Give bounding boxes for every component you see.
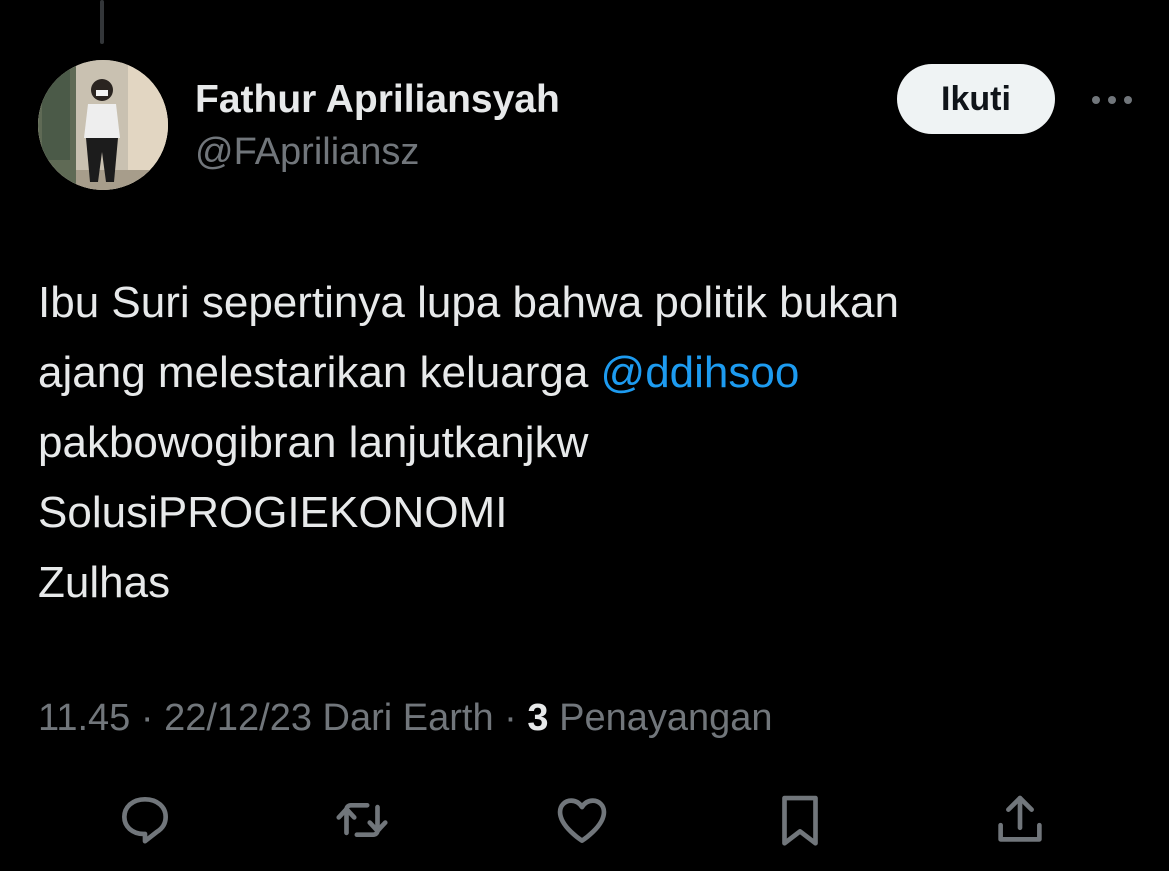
- share-button[interactable]: [988, 788, 1052, 852]
- more-options-button[interactable]: [1082, 80, 1142, 120]
- views-label: Penayangan: [559, 697, 773, 739]
- avatar-photo: [38, 60, 168, 190]
- tweet-source: Dari Earth: [322, 697, 494, 739]
- more-horizontal-icon: [1092, 96, 1132, 104]
- heart-icon: [557, 798, 607, 843]
- tweet-time[interactable]: 11.45: [38, 697, 130, 739]
- tweet-date[interactable]: 22/12/23: [164, 697, 312, 739]
- follow-button[interactable]: Ikuti: [897, 64, 1055, 134]
- tweet-line-4: SolusiPROGIEKONOMI: [38, 488, 508, 537]
- tweet-line-5: Zulhas: [38, 558, 171, 607]
- avatar[interactable]: [38, 60, 168, 190]
- tweet-text: Ibu Suri sepertinya lupa bahwa politik b…: [38, 268, 1138, 618]
- retweet-button[interactable]: [330, 788, 394, 852]
- mention-link[interactable]: @ddihsoo: [601, 348, 800, 397]
- meta-separator: ·: [130, 697, 165, 739]
- retweet-icon: [336, 802, 388, 838]
- author-name[interactable]: Fathur Apriliansyah: [195, 76, 560, 124]
- views-count: 3: [527, 697, 549, 739]
- bookmark-button[interactable]: [768, 788, 832, 852]
- tweet-meta: 11.45 · 22/12/23 Dari Earth · 3 Penayang…: [38, 692, 773, 744]
- share-icon: [998, 795, 1042, 842]
- tweet-line-2: ajang melestarikan keluarga @ddihsoo: [38, 338, 1138, 408]
- meta-separator: ·: [493, 697, 528, 739]
- author-block[interactable]: Fathur Apriliansyah @FApriliansz: [195, 76, 560, 176]
- like-button[interactable]: [550, 788, 614, 852]
- thread-connector-line: [100, 0, 104, 44]
- tweet-line-1: Ibu Suri sepertinya lupa bahwa politik b…: [38, 278, 899, 327]
- reply-icon: [122, 797, 168, 844]
- tweet-line-3: pakbowogibran lanjutkanjkw: [38, 418, 589, 467]
- reply-button[interactable]: [113, 788, 177, 852]
- author-handle[interactable]: @FApriliansz: [195, 128, 560, 176]
- tweet-line-2-text: ajang melestarikan keluarga: [38, 348, 601, 397]
- bookmark-icon: [782, 795, 818, 846]
- action-bar: [0, 788, 1169, 852]
